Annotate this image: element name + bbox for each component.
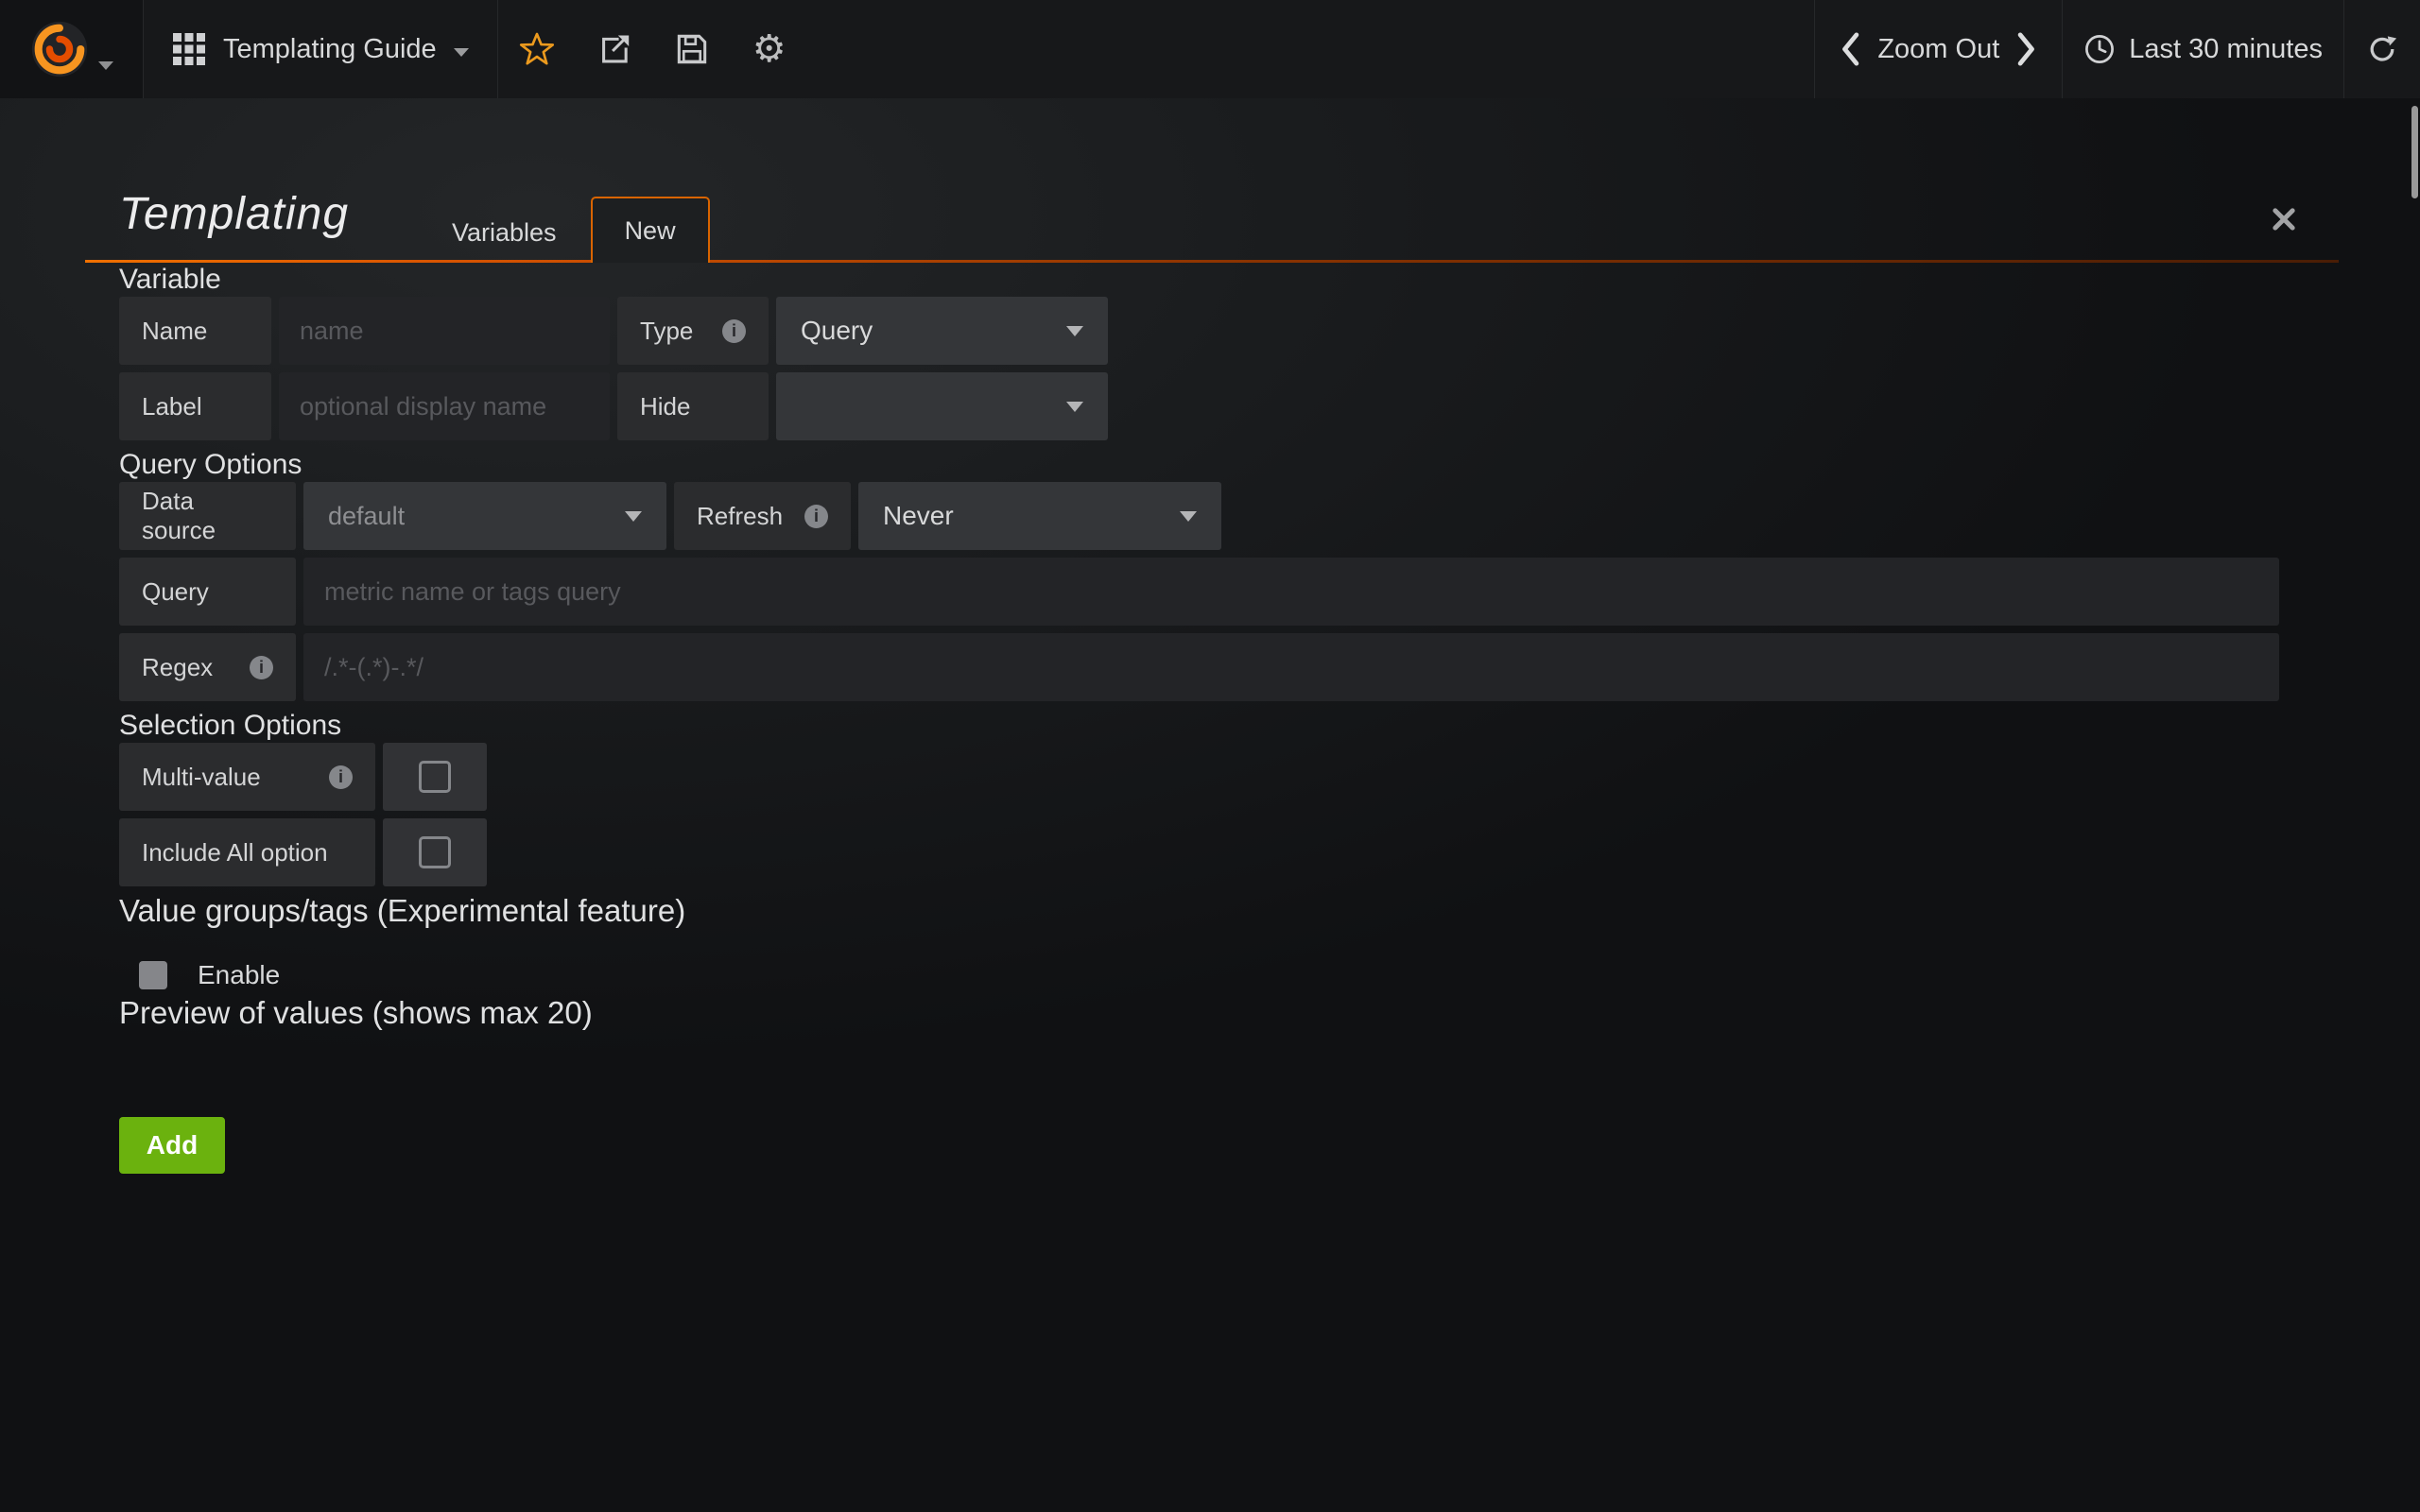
star-button[interactable] xyxy=(498,0,576,98)
dashboard-body: Templating Variables New Variable Name T… xyxy=(0,98,2420,1512)
clock-icon xyxy=(2083,33,2116,65)
scrollbar-thumb[interactable] xyxy=(2411,106,2418,198)
type-select[interactable]: Query xyxy=(776,297,1108,365)
chevron-down-icon xyxy=(454,48,469,57)
settings-button[interactable]: ⚙ xyxy=(731,0,808,98)
regex-label: Regex i xyxy=(119,633,296,701)
hide-label: Hide xyxy=(617,372,769,440)
hide-select[interactable] xyxy=(776,372,1108,440)
variable-label-row: Label Hide xyxy=(119,372,2420,440)
tab-new[interactable]: New xyxy=(591,197,710,263)
navbar: Templating Guide ⚙ xyxy=(0,0,2420,98)
refresh-label: Refresh i xyxy=(674,482,851,550)
dashboard-picker[interactable]: Templating Guide xyxy=(144,0,498,98)
chevron-down-icon xyxy=(1180,511,1197,522)
query-options-heading: Query Options xyxy=(119,448,2420,482)
refresh-button[interactable] xyxy=(2344,0,2420,98)
chevron-down-icon xyxy=(1066,326,1083,336)
regex-row: Regex i xyxy=(119,633,2420,701)
label-label: Label xyxy=(119,372,271,440)
query-label: Query xyxy=(119,558,296,626)
tab-variables[interactable]: Variables xyxy=(418,202,591,263)
navbar-right: Zoom Out Last 30 minutes xyxy=(1814,0,2420,98)
value-groups-heading: Value groups/tags (Experimental feature) xyxy=(119,894,2420,928)
time-shift-controls: Zoom Out xyxy=(1815,0,2062,98)
info-icon[interactable]: i xyxy=(329,765,353,789)
add-button[interactable]: Add xyxy=(119,1117,225,1174)
label-input[interactable] xyxy=(279,372,610,440)
query-row: Query xyxy=(119,558,2420,626)
gear-icon: ⚙ xyxy=(752,30,786,68)
refresh-icon xyxy=(2365,32,2399,66)
info-icon[interactable]: i xyxy=(804,505,828,528)
include-all-row: Include All option xyxy=(119,818,2420,886)
chevron-down-icon xyxy=(98,61,113,70)
page-title: Templating xyxy=(119,188,349,240)
share-icon xyxy=(596,31,632,67)
selection-options-heading: Selection Options xyxy=(119,709,2420,743)
time-range-label: Last 30 minutes xyxy=(2129,34,2323,65)
star-icon xyxy=(519,31,555,67)
variable-section-heading: Variable xyxy=(119,263,2420,297)
type-label: Type i xyxy=(617,297,769,365)
enable-checkbox[interactable] xyxy=(139,961,167,989)
multi-value-checkbox[interactable] xyxy=(383,743,487,811)
regex-input[interactable] xyxy=(303,633,2279,701)
checkbox-unchecked-icon xyxy=(419,836,451,868)
multi-value-label: Multi-value i xyxy=(119,743,375,811)
tab-bar-accent-line xyxy=(85,260,2339,263)
templating-editor-header: Templating Variables New xyxy=(85,98,2339,263)
save-icon xyxy=(674,31,710,67)
info-icon[interactable]: i xyxy=(250,656,273,679)
preview-heading: Preview of values (shows max 20) xyxy=(119,996,2420,1030)
include-all-label: Include All option xyxy=(119,818,375,886)
datasource-label: Data source xyxy=(119,482,296,550)
grafana-logo-icon xyxy=(30,20,89,78)
enable-row: Enable xyxy=(119,954,2420,996)
multi-value-row: Multi-value i xyxy=(119,743,2420,811)
info-icon[interactable]: i xyxy=(722,319,746,343)
time-picker[interactable]: Last 30 minutes xyxy=(2063,0,2343,98)
zoom-out-button[interactable]: Zoom Out xyxy=(1877,34,1999,65)
chevron-down-icon xyxy=(625,511,642,522)
editor-content: Variable Name Type i Query Label Hide xyxy=(0,263,2420,1174)
name-label: Name xyxy=(119,297,271,365)
enable-label: Enable xyxy=(198,960,280,990)
query-input[interactable] xyxy=(303,558,2279,626)
dashboard-grid-icon xyxy=(172,32,206,66)
variable-name-row: Name Type i Query xyxy=(119,297,2420,365)
share-button[interactable] xyxy=(576,0,653,98)
datasource-row: Data source default Refresh i Never xyxy=(119,482,2420,550)
datasource-select[interactable]: default xyxy=(303,482,666,550)
tab-bar: Variables New xyxy=(418,197,710,263)
include-all-checkbox[interactable] xyxy=(383,818,487,886)
chevron-right-icon[interactable] xyxy=(2013,28,2041,70)
chevron-left-icon[interactable] xyxy=(1836,28,1864,70)
refresh-select[interactable]: Never xyxy=(858,482,1221,550)
close-icon[interactable] xyxy=(2269,204,2299,234)
dashboard-title: Templating Guide xyxy=(223,34,437,65)
save-button[interactable] xyxy=(653,0,731,98)
chevron-down-icon xyxy=(1066,402,1083,412)
checkbox-unchecked-icon xyxy=(419,761,451,793)
name-input[interactable] xyxy=(279,297,610,365)
grafana-logo-menu[interactable] xyxy=(0,0,144,98)
